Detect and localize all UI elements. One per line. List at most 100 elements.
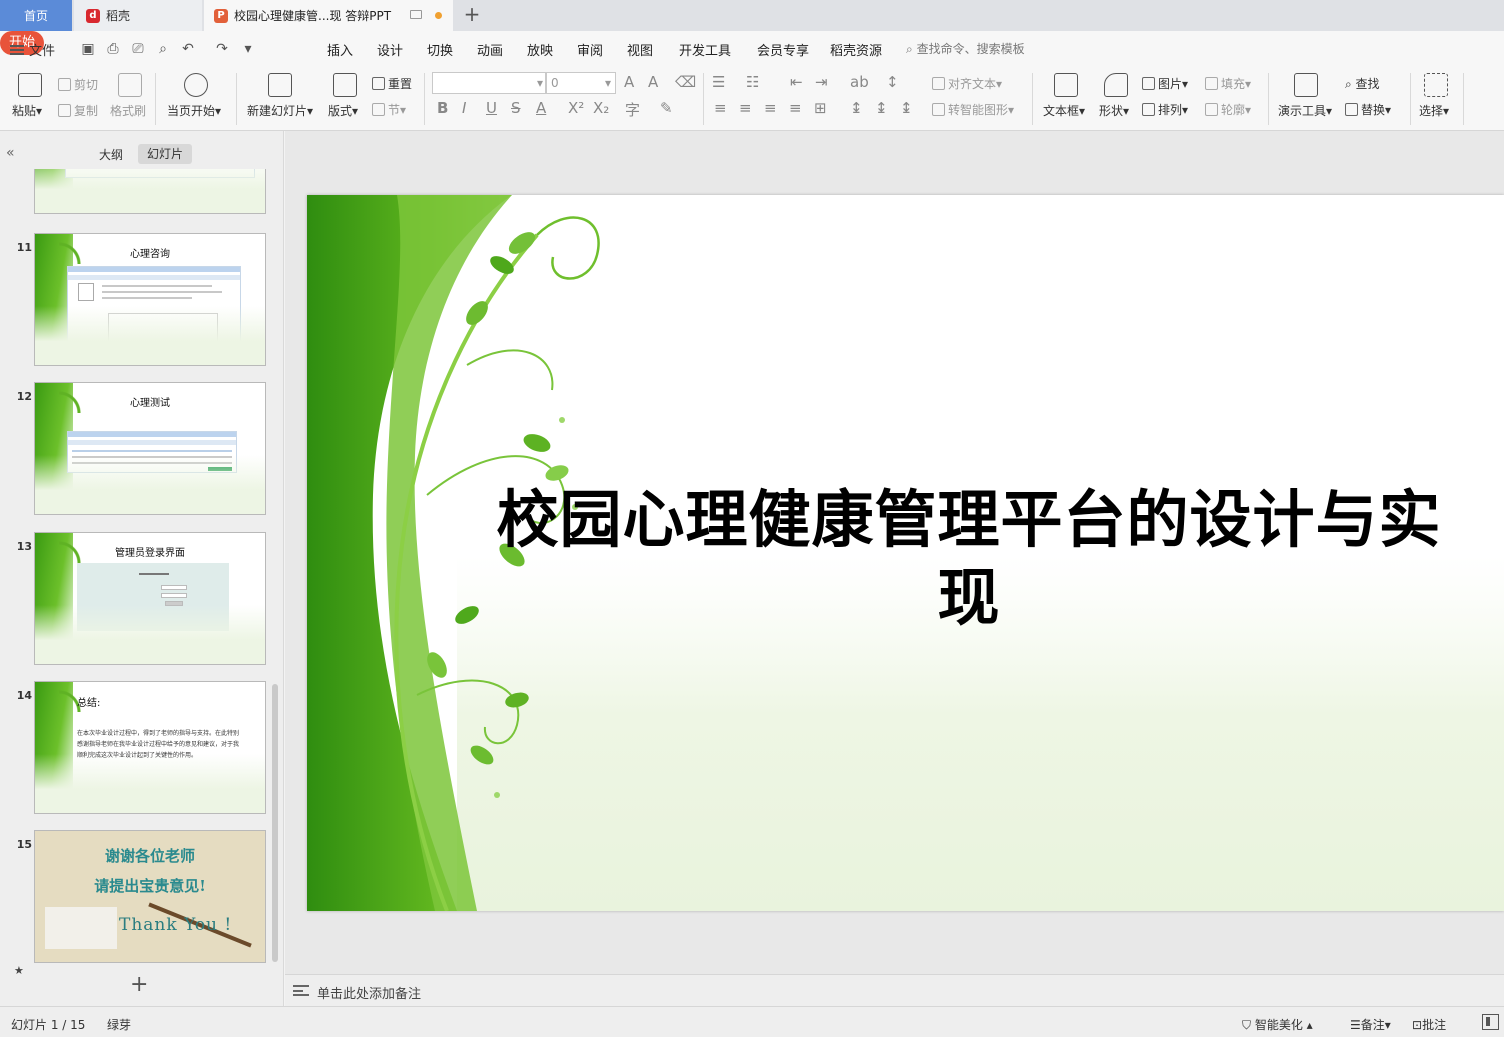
tab-slides[interactable]: 幻灯片 — [138, 144, 192, 164]
menu-tab-animation[interactable]: 动画 — [477, 40, 503, 59]
menu-tab-review[interactable]: 审阅 — [577, 40, 603, 59]
slide-thumbnail[interactable]: 心理测试 — [34, 382, 266, 515]
to-smartart-button[interactable]: 转智能图形▾ — [932, 101, 1014, 118]
text-direction-icon[interactable]: ↕ — [886, 73, 899, 91]
menu-tab-developer[interactable]: 开发工具 — [679, 40, 731, 59]
highlight-icon[interactable]: ✎ — [660, 99, 673, 117]
current-slide[interactable]: 校园心理健康管理平台的设计与实现 — [307, 195, 1504, 911]
numbered-list-icon[interactable]: ☷ — [746, 73, 759, 91]
bold-icon[interactable]: B — [437, 99, 448, 117]
tab-outline[interactable]: 大纲 — [99, 146, 123, 163]
theme-name[interactable]: 绿芽 — [107, 1016, 131, 1033]
slide-thumbnail[interactable]: 总结: 在本次毕业设计过程中，得到了老师的指导与支持。在此特别感谢指导老师在我毕… — [34, 681, 266, 814]
slide-thumbnail[interactable] — [34, 169, 266, 214]
text-box-button[interactable]: 文本框▾ — [1043, 102, 1085, 119]
italic-icon[interactable]: I — [462, 99, 466, 117]
align-right-icon[interactable]: ≡ — [764, 99, 777, 117]
paste-icon[interactable] — [18, 73, 42, 97]
new-slide-button[interactable]: 新建幻灯片▾ — [247, 102, 313, 119]
new-tab-button[interactable]: + — [460, 3, 484, 27]
align-left-icon[interactable]: ≡ — [714, 99, 727, 117]
smart-beautify-button[interactable]: ⛉ 智能美化 ▴ — [1242, 1016, 1313, 1033]
menu-tab-transition[interactable]: 切换 — [427, 40, 453, 59]
increase-indent-icon[interactable]: ⇥ — [815, 73, 828, 91]
tab-daoke[interactable]: d 稻壳 — [74, 0, 202, 31]
slide-thumbnail[interactable]: 管理员登录界面 — [34, 532, 266, 665]
customize-toolbar-icon[interactable]: ▾ — [240, 41, 256, 57]
export-pdf-icon[interactable]: ⎙ — [105, 41, 121, 57]
tab-document[interactable]: P 校园心理健康管...现 答辩PPT — [204, 0, 453, 31]
monitor-icon[interactable] — [410, 10, 422, 19]
collapse-panel-icon[interactable]: « — [6, 145, 15, 161]
tab-home[interactable]: 首页 — [0, 0, 72, 31]
command-search-box[interactable]: ⌕ 查找命令、搜索模板 — [906, 40, 1025, 57]
menu-tab-daoke-resources[interactable]: 稻壳资源 — [830, 40, 882, 59]
new-slide-icon[interactable] — [268, 73, 292, 97]
menu-tab-design[interactable]: 设计 — [377, 40, 403, 59]
print-icon[interactable]: ⎚ — [130, 41, 146, 57]
play-from-current-icon[interactable] — [184, 73, 208, 97]
phonetic-icon[interactable]: 字 — [625, 99, 640, 120]
superscript-icon[interactable]: X² — [568, 99, 584, 117]
undo-icon[interactable]: ↶ — [180, 41, 196, 57]
menu-tab-slideshow[interactable]: 放映 — [527, 40, 553, 59]
format-painter-icon[interactable] — [118, 73, 142, 97]
text-box-style-icon[interactable]: ab — [850, 73, 869, 91]
arrange-button[interactable]: 排列▾ — [1142, 101, 1188, 118]
cut-button[interactable]: 剪切 — [58, 76, 98, 93]
font-color-icon[interactable]: A — [536, 99, 546, 117]
justify-icon[interactable]: ≡ — [789, 99, 802, 117]
paste-button[interactable]: 粘贴▾ — [12, 102, 42, 119]
play-from-current-button[interactable]: 当页开始▾ — [167, 102, 221, 119]
shape-button[interactable]: 形状▾ — [1099, 102, 1129, 119]
decrease-indent-icon[interactable]: ⇤ — [790, 73, 803, 91]
select-button[interactable]: 选择▾ — [1419, 102, 1449, 119]
comments-button[interactable]: ⊡批注 — [1412, 1016, 1446, 1033]
thumbnail-scrollbar[interactable] — [272, 684, 278, 962]
strikethrough-icon[interactable]: S — [511, 99, 521, 117]
notes-toggle-button[interactable]: ☰备注▾ — [1350, 1016, 1391, 1033]
decrease-font-icon[interactable]: A — [648, 73, 658, 91]
layout-button[interactable]: 版式▾ — [328, 102, 358, 119]
fill-button[interactable]: 填充▾ — [1205, 75, 1251, 92]
menu-tab-view[interactable]: 视图 — [627, 40, 653, 59]
slide-title[interactable]: 校园心理健康管理平台的设计与实现 — [477, 481, 1461, 637]
notes-pane[interactable]: 单击此处添加备注 — [285, 974, 1504, 1006]
print-preview-icon[interactable]: ⌕ — [155, 41, 171, 57]
menu-tab-member[interactable]: 会员专享 — [757, 40, 809, 59]
format-painter-button[interactable]: 格式刷 — [110, 102, 146, 119]
outline-button[interactable]: 轮廓▾ — [1205, 101, 1251, 118]
para-spacing-icon[interactable]: ↨ — [875, 99, 888, 117]
save-icon[interactable]: ▣ — [80, 41, 96, 57]
reset-button[interactable]: 重置 — [372, 75, 412, 92]
subscript-icon[interactable]: X₂ — [593, 99, 609, 117]
find-button[interactable]: ⌕ 查找 — [1345, 75, 1380, 92]
file-menu-button[interactable]: 文件 — [10, 40, 55, 59]
align-center-icon[interactable]: ≡ — [739, 99, 752, 117]
font-family-select[interactable]: ▾ — [432, 72, 546, 94]
line-spacing-icon[interactable]: ↨ — [850, 99, 863, 117]
presentation-tools-button[interactable]: 演示工具▾ — [1278, 102, 1332, 119]
align-text-button[interactable]: 对齐文本▾ — [932, 75, 1002, 92]
normal-view-icon[interactable] — [1482, 1014, 1499, 1030]
increase-font-icon[interactable]: A — [624, 73, 634, 91]
text-box-icon[interactable] — [1054, 73, 1078, 97]
section-button[interactable]: 节▾ — [372, 101, 406, 118]
menu-tab-insert[interactable]: 插入 — [327, 40, 353, 59]
clear-format-icon[interactable]: ⌫ — [675, 73, 696, 91]
bullet-list-icon[interactable]: ☰ — [712, 73, 725, 91]
spacing-more-icon[interactable]: ↨ — [900, 99, 913, 117]
replace-button[interactable]: 替换▾ — [1345, 101, 1391, 118]
shape-icon[interactable] — [1104, 73, 1128, 97]
add-slide-button[interactable]: + — [130, 973, 148, 997]
underline-icon[interactable]: U — [486, 99, 497, 117]
slide-thumbnail[interactable]: 心理咨询 — [34, 233, 266, 366]
layout-icon[interactable] — [333, 73, 357, 97]
distribute-icon[interactable]: ⊞ — [814, 99, 827, 117]
copy-button[interactable]: 复制 — [58, 102, 98, 119]
select-cursor-icon[interactable] — [1424, 73, 1448, 97]
redo-icon[interactable]: ↷ — [214, 41, 230, 57]
slide-thumbnail[interactable]: 谢谢各位老师 请提出宝贵意见! Thank You ! — [34, 830, 266, 963]
picture-button[interactable]: 图片▾ — [1142, 75, 1188, 92]
font-size-select[interactable]: 0 ▾ — [546, 72, 616, 94]
